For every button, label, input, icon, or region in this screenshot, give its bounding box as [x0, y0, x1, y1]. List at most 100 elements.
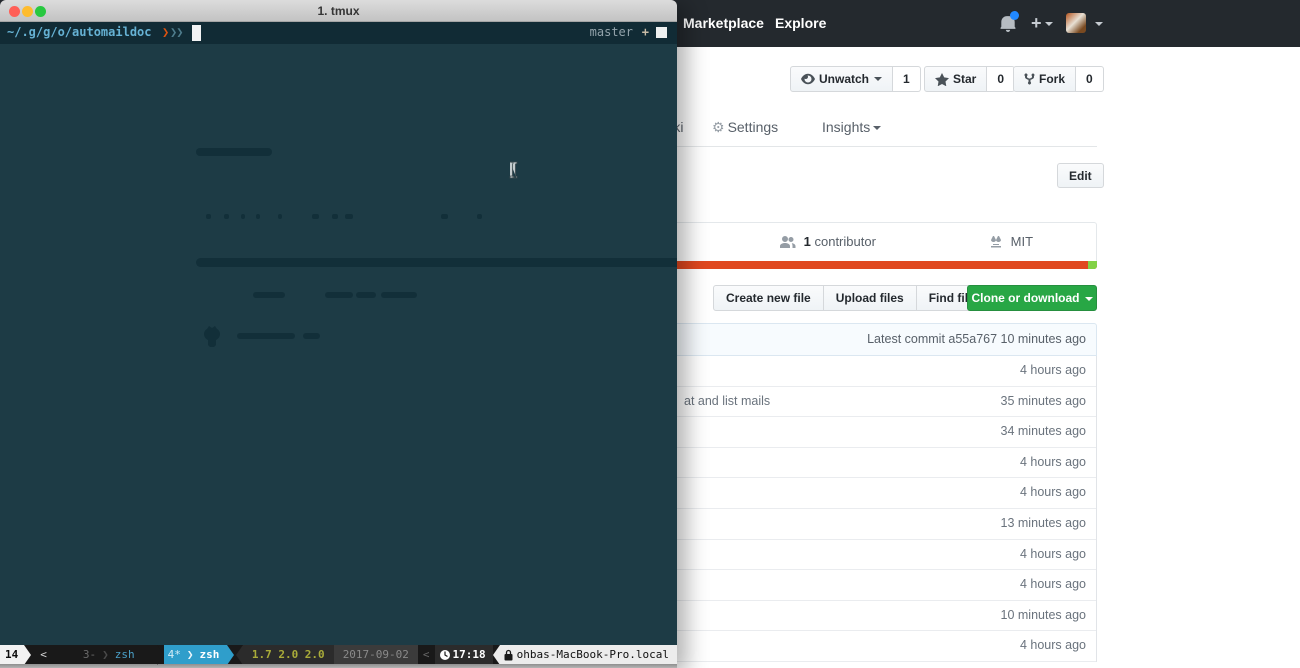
- eye-icon: [801, 73, 815, 85]
- language-bar-secondary: [1088, 261, 1097, 269]
- git-branch-label: master: [589, 25, 633, 39]
- status-date: 2017-09-02: [333, 645, 418, 664]
- window-bottom-edge: [0, 664, 677, 668]
- commit-time: 4 hours ago: [1019, 577, 1086, 592]
- git-dirty-indicator: +: [641, 25, 649, 39]
- powerline-arrow: [492, 645, 500, 665]
- powerline-arrow: [24, 645, 32, 665]
- ghost-dot: [224, 214, 229, 219]
- contributors-stat[interactable]: 1 contributor: [780, 223, 876, 261]
- prompt-arrow: ❯: [162, 25, 170, 39]
- tmux-separator: <: [40, 648, 47, 661]
- notifications-bell-icon[interactable]: [1000, 11, 1019, 33]
- commit-time: 35 minutes ago: [1000, 393, 1086, 408]
- commit-time: 4 hours ago: [1019, 454, 1086, 469]
- terminal-cursor: [192, 25, 201, 41]
- ghost-dot: [345, 214, 353, 219]
- commit-time: 4 hours ago: [1019, 546, 1086, 561]
- terminal-titlebar[interactable]: 1. tmux: [0, 0, 677, 22]
- ghost-button-text: [356, 292, 376, 298]
- star-button[interactable]: Star: [924, 66, 988, 92]
- file-actions-group: Create new file Upload files Find file: [713, 285, 988, 311]
- chevron-down-icon: [874, 77, 883, 81]
- ghost-commit-text: [303, 333, 320, 339]
- ghost-button-text: [381, 292, 417, 298]
- terminal-window[interactable]: 1. tmux ~/.g/g/o/automaildoc ❯ ❯❯ master…: [0, 0, 677, 668]
- ghost-dot: [241, 214, 245, 219]
- chevron-down-icon: [1044, 22, 1053, 27]
- create-new-button[interactable]: +: [1031, 13, 1053, 34]
- tab-settings[interactable]: ⚙ Settings: [712, 112, 778, 146]
- latest-commit-bar: Latest commit a55a767 10 minutes ago: [656, 323, 1097, 356]
- window-title: 1. tmux: [317, 4, 360, 18]
- repo-fork-icon: [1024, 73, 1035, 85]
- ghost-dot: [256, 214, 260, 219]
- hostname: ohbas-MacBook-Pro.local: [499, 645, 677, 664]
- unread-notification-dot: [1010, 11, 1019, 20]
- commit-message[interactable]: at and list mails: [684, 394, 770, 408]
- commit-time: 4 hours ago: [1019, 485, 1086, 500]
- tmux-window-4-active[interactable]: 4* ❯ zsh: [163, 645, 228, 664]
- git-status-square: [656, 27, 667, 38]
- avatar[interactable]: [1066, 13, 1086, 33]
- prompt-arrows: ❯❯: [170, 25, 183, 39]
- stars-count[interactable]: 0: [987, 66, 1016, 92]
- prompt-path: ~/.g/g/o/automaildoc: [7, 25, 152, 39]
- forks-count[interactable]: 0: [1076, 66, 1104, 92]
- ibeam-cursor-icon: [509, 161, 518, 179]
- nav-explore[interactable]: Explore: [775, 0, 826, 47]
- commit-time: 34 minutes ago: [1000, 424, 1086, 439]
- edit-button[interactable]: Edit: [1057, 163, 1104, 188]
- law-scale-icon: [991, 235, 1001, 248]
- ghost-octocat-icon: [204, 326, 220, 347]
- ghost-dot: [477, 214, 482, 219]
- commit-time: 4 hours ago: [1019, 363, 1086, 377]
- lock-icon: [504, 649, 513, 660]
- ghost-repo-title: [196, 148, 272, 156]
- tmux-status-bar[interactable]: 14 < 3- ❯ zsh 4* ❯ zsh 1.7 2.0 2.0 2017-09-0…: [0, 645, 677, 665]
- chevron-down-icon: [873, 126, 882, 131]
- fork-button[interactable]: Fork: [1013, 66, 1077, 92]
- screen: Marketplace Explore + Unwatch 1 Star 0 F…: [0, 0, 1300, 668]
- commit-time: 4 hours ago: [1019, 638, 1086, 653]
- tmux-window-3[interactable]: 3- ❯ zsh: [57, 645, 135, 664]
- terminal-prompt-line[interactable]: ~/.g/g/o/automaildoc ❯ ❯❯ master +: [0, 22, 677, 44]
- load-average: 1.7 2.0 2.0: [242, 645, 334, 664]
- create-new-file-button[interactable]: Create new file: [713, 285, 824, 311]
- star-group: Star 0: [924, 66, 1016, 92]
- tmux-separator: <: [417, 645, 435, 664]
- commit-time: 13 minutes ago: [1000, 515, 1086, 530]
- status-time: 17:18: [434, 645, 493, 664]
- ghost-dot: [312, 214, 319, 219]
- tab-insights[interactable]: Insights: [822, 112, 882, 146]
- clock-icon: [439, 649, 450, 660]
- latest-commit-text[interactable]: Latest commit a55a767 10 minutes ago: [867, 324, 1086, 355]
- license-stat[interactable]: MIT: [989, 223, 1033, 261]
- tmux-session-index: 14: [0, 645, 25, 664]
- ghost-dot: [332, 214, 338, 219]
- watch-group: Unwatch 1: [790, 66, 921, 92]
- powerline-arrow: [235, 645, 243, 665]
- ghost-dot: [206, 214, 211, 219]
- gear-icon: ⚙: [712, 119, 725, 135]
- upload-files-button[interactable]: Upload files: [822, 285, 917, 311]
- ghost-language-bar: [196, 258, 677, 267]
- powerline-arrow: [227, 645, 235, 665]
- clone-or-download-button[interactable]: Clone or download: [967, 285, 1097, 311]
- ghost-commit-text: [237, 333, 295, 339]
- commit-time: 10 minutes ago: [1000, 607, 1086, 622]
- nav-marketplace[interactable]: Marketplace: [683, 0, 764, 47]
- chevron-down-icon: [1084, 296, 1093, 301]
- people-icon: [780, 236, 796, 248]
- ghost-button-text: [253, 292, 285, 298]
- powerline-arrow: [156, 645, 164, 665]
- star-icon: [935, 72, 949, 86]
- avatar-chevron-down-icon[interactable]: [1095, 22, 1103, 26]
- ghost-dot: [441, 214, 448, 219]
- terminal-body[interactable]: [0, 44, 677, 645]
- ghost-button-text: [325, 292, 353, 298]
- unwatch-button[interactable]: Unwatch: [790, 66, 894, 92]
- watchers-count[interactable]: 1: [893, 66, 921, 92]
- ghost-dot: [278, 214, 282, 219]
- fork-group: Fork 0: [1013, 66, 1104, 92]
